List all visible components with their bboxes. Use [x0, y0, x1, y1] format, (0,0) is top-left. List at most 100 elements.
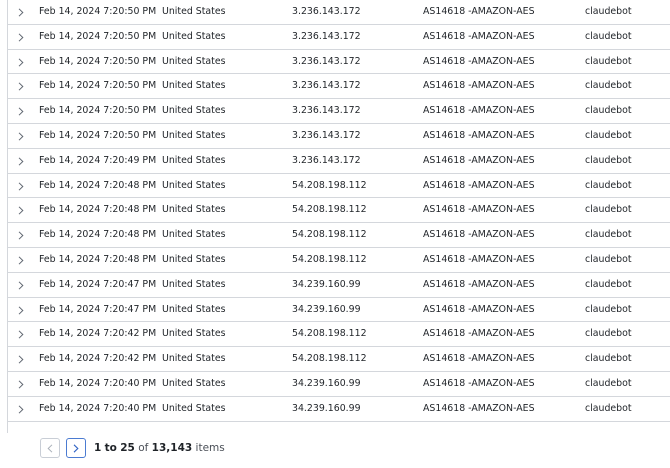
cell-date: Feb 14, 2024 7:20:47 PM — [39, 303, 157, 315]
cell-country: United States — [162, 278, 226, 290]
table-row[interactable]: Feb 14, 2024 7:20:50 PM United States 3.… — [7, 0, 670, 25]
expand-row-button[interactable] — [17, 298, 27, 322]
cell-country: United States — [162, 229, 226, 241]
cell-country: United States — [162, 129, 226, 141]
cell-ip-address: 3.236.143.172 — [292, 30, 361, 42]
cell-ip-address: 3.236.143.172 — [292, 105, 361, 117]
table-row[interactable]: Feb 14, 2024 7:20:42 PM United States 54… — [7, 322, 670, 348]
cell-user-agent: claudebot — [585, 229, 632, 241]
cell-date: Feb 14, 2024 7:20:48 PM — [39, 253, 157, 265]
expand-row-button[interactable] — [17, 347, 27, 371]
cell-asn: AS14618 -AMAZON-AES — [423, 353, 535, 365]
cell-date: Feb 14, 2024 7:20:50 PM — [39, 30, 157, 42]
cell-user-agent: claudebot — [585, 30, 632, 42]
cell-ip-address: 54.208.198.112 — [292, 328, 367, 340]
expand-row-button[interactable] — [17, 0, 27, 24]
chevron-right-icon — [18, 231, 24, 240]
chevron-right-icon — [18, 330, 24, 339]
chevron-left-icon — [47, 443, 53, 453]
expand-row-button[interactable] — [17, 124, 27, 148]
cell-ip-address: 3.236.143.172 — [292, 55, 361, 67]
cell-ip-address: 3.236.143.172 — [292, 6, 361, 17]
cell-ip-address: 54.208.198.112 — [292, 179, 367, 191]
cell-country: United States — [162, 253, 226, 265]
cell-ip-address: 34.239.160.99 — [292, 303, 361, 315]
previous-page-button[interactable] — [40, 438, 60, 458]
cell-ip-address: 3.236.143.172 — [292, 154, 361, 166]
expand-row-button[interactable] — [17, 50, 27, 74]
expand-row-button[interactable] — [17, 372, 27, 396]
cell-country: United States — [162, 204, 226, 216]
table-row[interactable]: Feb 14, 2024 7:20:50 PM United States 3.… — [7, 99, 670, 124]
cell-user-agent: claudebot — [585, 303, 632, 315]
table-row[interactable]: Feb 14, 2024 7:20:47 PM United States 34… — [7, 273, 670, 298]
total-items: 13,143 — [151, 442, 193, 454]
expand-row-button[interactable] — [17, 149, 27, 173]
pagination-info: 1 to 25 of 13,143 items — [94, 442, 225, 454]
chevron-right-icon — [18, 281, 24, 290]
table-row[interactable]: Feb 14, 2024 7:20:42 PM United States 54… — [7, 347, 670, 372]
cell-date: Feb 14, 2024 7:20:50 PM — [39, 6, 157, 17]
cell-asn: AS14618 -AMAZON-AES — [423, 253, 535, 265]
table-row[interactable]: Feb 14, 2024 7:20:40 PM United States 34… — [7, 397, 670, 422]
cell-asn: AS14618 -AMAZON-AES — [423, 80, 535, 92]
table-row[interactable]: Feb 14, 2024 7:20:47 PM United States 34… — [7, 298, 670, 323]
cell-asn: AS14618 -AMAZON-AES — [423, 278, 535, 290]
cell-user-agent: claudebot — [585, 328, 632, 340]
chevron-right-icon — [18, 306, 24, 315]
expand-row-button[interactable] — [17, 74, 27, 98]
table-row[interactable]: Feb 14, 2024 7:20:50 PM United States 3.… — [7, 74, 670, 100]
expand-row-button[interactable] — [17, 25, 27, 49]
cell-date: Feb 14, 2024 7:20:50 PM — [39, 80, 157, 92]
cell-ip-address: 3.236.143.172 — [292, 129, 361, 141]
expand-row-button[interactable] — [17, 273, 27, 297]
cell-date: Feb 14, 2024 7:20:50 PM — [39, 105, 157, 117]
expand-row-button[interactable] — [17, 397, 27, 421]
cell-date: Feb 14, 2024 7:20:42 PM — [39, 353, 157, 365]
cell-asn: AS14618 -AMAZON-AES — [423, 377, 535, 389]
cell-ip-address: 3.236.143.172 — [292, 80, 361, 92]
chevron-right-icon — [18, 33, 24, 42]
cell-date: Feb 14, 2024 7:20:42 PM — [39, 328, 157, 340]
range-of: of — [138, 442, 149, 454]
expand-row-button[interactable] — [17, 322, 27, 346]
cell-user-agent: claudebot — [585, 55, 632, 67]
table-row[interactable]: Feb 14, 2024 7:20:48 PM United States 54… — [7, 174, 670, 199]
cell-country: United States — [162, 328, 226, 340]
table-row[interactable]: Feb 14, 2024 7:20:40 PM United States 34… — [7, 372, 670, 397]
next-page-button[interactable] — [66, 438, 86, 458]
cell-date: Feb 14, 2024 7:20:40 PM — [39, 377, 157, 389]
expand-row-button[interactable] — [17, 99, 27, 123]
table-row[interactable]: Feb 14, 2024 7:20:48 PM United States 54… — [7, 198, 670, 224]
table-row[interactable]: Feb 14, 2024 7:20:50 PM United States 3.… — [7, 50, 670, 75]
chevron-right-icon — [18, 256, 24, 265]
cell-ip-address: 54.208.198.112 — [292, 353, 367, 365]
table-row[interactable]: Feb 14, 2024 7:20:49 PM United States 3.… — [7, 149, 670, 174]
items-label: items — [195, 442, 225, 454]
cell-user-agent: claudebot — [585, 377, 632, 389]
request-log-panel: Feb 14, 2024 7:20:50 PM United States 3.… — [0, 0, 670, 468]
table-row[interactable]: Feb 14, 2024 7:20:48 PM United States 54… — [7, 223, 670, 248]
table-row[interactable]: Feb 14, 2024 7:20:48 PM United States 54… — [7, 248, 670, 273]
cell-asn: AS14618 -AMAZON-AES — [423, 402, 535, 414]
cell-date: Feb 14, 2024 7:20:50 PM — [39, 55, 157, 67]
cell-ip-address: 34.239.160.99 — [292, 377, 361, 389]
cell-country: United States — [162, 6, 226, 17]
table-row[interactable]: Feb 14, 2024 7:20:50 PM United States 3.… — [7, 25, 670, 50]
cell-country: United States — [162, 303, 226, 315]
expand-row-button[interactable] — [17, 174, 27, 198]
request-log-table: Feb 14, 2024 7:20:50 PM United States 3.… — [7, 0, 670, 422]
chevron-right-icon — [18, 405, 24, 414]
cell-user-agent: claudebot — [585, 154, 632, 166]
table-row[interactable]: Feb 14, 2024 7:20:50 PM United States 3.… — [7, 124, 670, 149]
cell-date: Feb 14, 2024 7:20:47 PM — [39, 278, 157, 290]
expand-row-button[interactable] — [17, 198, 27, 222]
cell-ip-address: 34.239.160.99 — [292, 278, 361, 290]
expand-row-button[interactable] — [17, 223, 27, 247]
cell-asn: AS14618 -AMAZON-AES — [423, 204, 535, 216]
chevron-right-icon — [18, 8, 24, 17]
expand-row-button[interactable] — [17, 248, 27, 272]
cell-asn: AS14618 -AMAZON-AES — [423, 328, 535, 340]
chevron-right-icon — [18, 107, 24, 116]
cell-date: Feb 14, 2024 7:20:40 PM — [39, 402, 157, 414]
